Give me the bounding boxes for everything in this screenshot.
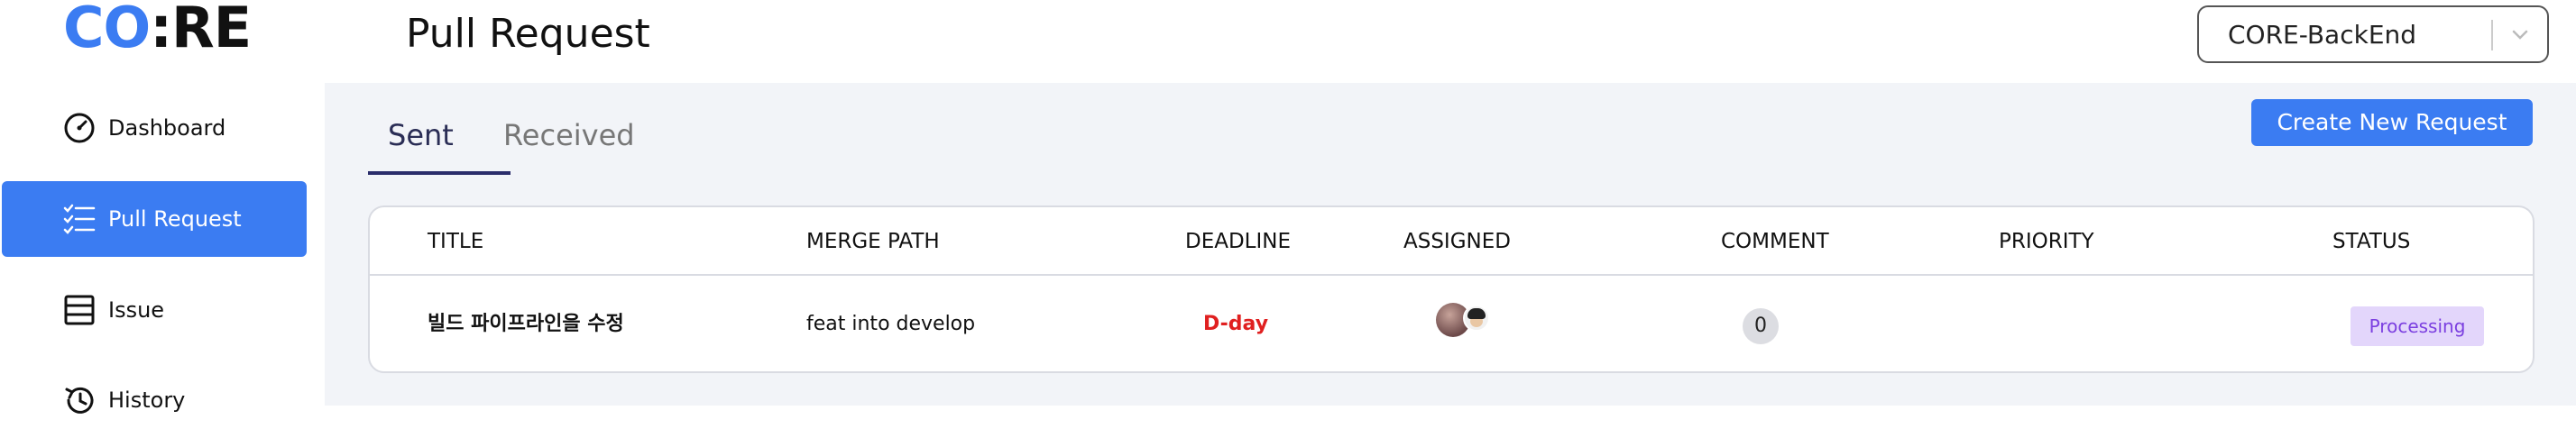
column-header-deadline: DEADLINE <box>1185 230 1292 253</box>
column-header-merge-path: MERGE PATH <box>806 230 940 253</box>
project-select[interactable]: CORE-BackEnd <box>2197 5 2549 63</box>
select-separator <box>2491 20 2493 50</box>
column-header-comment: COMMENT <box>1721 230 1829 253</box>
logo-colon: : <box>150 0 172 60</box>
list-icon <box>64 295 95 325</box>
sidebar-item-pull-request[interactable]: Pull Request <box>2 181 307 257</box>
assigned-avatars <box>1436 303 1499 342</box>
sidebar-item-label: Pull Request <box>108 206 242 232</box>
comment-count-badge: 0 <box>1743 308 1779 344</box>
row-deadline: D-day <box>1203 313 1269 335</box>
row-title[interactable]: 빌드 파이프라인을 수정 <box>428 276 624 373</box>
main-content: Sent Received Create New Request TITLE M… <box>325 83 2576 406</box>
create-new-request-button[interactable]: Create New Request <box>2251 99 2533 146</box>
sidebar-item-label: Issue <box>108 297 165 323</box>
column-header-status: STATUS <box>2332 230 2411 253</box>
sidebar: Dashboard Pull Request Issue History <box>0 83 325 414</box>
project-select-value: CORE-BackEnd <box>2228 20 2417 50</box>
sidebar-item-issue[interactable]: Issue <box>2 272 307 348</box>
pull-request-table: TITLE MERGE PATH DEADLINE ASSIGNED COMME… <box>368 205 2535 373</box>
chevron-down-icon[interactable] <box>2506 20 2535 49</box>
logo-re: RE <box>171 0 252 60</box>
tab-sent[interactable]: Sent <box>388 117 454 153</box>
sidebar-item-dashboard[interactable]: Dashboard <box>2 90 307 166</box>
column-header-title: TITLE <box>428 230 484 253</box>
status-badge: Processing <box>2351 306 2484 346</box>
active-tab-indicator <box>368 171 511 175</box>
table-header: TITLE MERGE PATH DEADLINE ASSIGNED COMME… <box>370 207 2533 276</box>
history-icon <box>65 387 94 414</box>
sidebar-item-history[interactable]: History <box>2 362 307 438</box>
sidebar-item-label: Dashboard <box>108 115 226 141</box>
row-merge-path: feat into develop <box>806 313 976 335</box>
checklist-icon <box>63 204 96 234</box>
page-title: Pull Request <box>406 11 650 57</box>
avatar-hair <box>1467 308 1486 319</box>
logo-co: CO <box>63 0 151 60</box>
column-header-priority: PRIORITY <box>1999 230 2094 253</box>
logo[interactable]: CO:RE <box>63 0 252 60</box>
dashboard-icon <box>64 113 95 143</box>
column-header-assigned: ASSIGNED <box>1403 230 1511 253</box>
top-bar: CO:RE Pull Request CORE-BackEnd <box>0 0 2576 83</box>
sidebar-item-label: History <box>108 388 186 413</box>
avatar[interactable] <box>1463 305 1490 332</box>
tab-received[interactable]: Received <box>503 117 635 153</box>
